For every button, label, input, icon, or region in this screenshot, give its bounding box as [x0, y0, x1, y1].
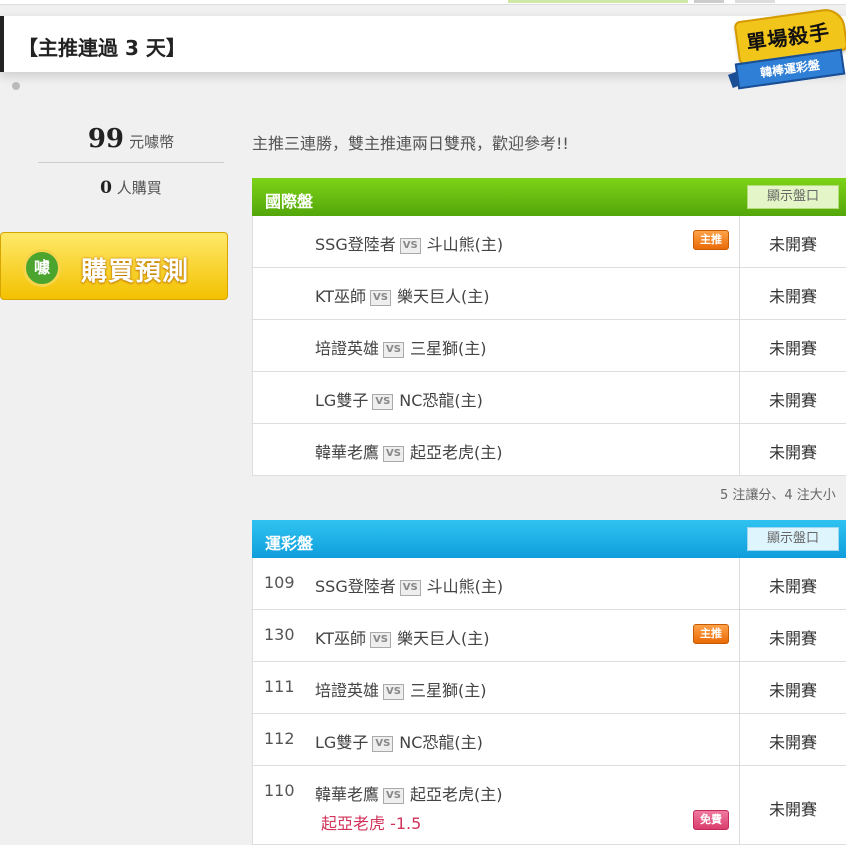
buyer-count: 0 人購買 [38, 177, 224, 198]
home-team: 三星獅(主) [409, 339, 487, 358]
pick-count-note: 5 注讓分、4 注大小 [720, 488, 836, 503]
home-team: 樂天巨人(主) [396, 629, 490, 648]
page-header: 【主推連過 3 天】 [0, 16, 846, 72]
game-code: 130 [264, 625, 295, 644]
purchase-panel: 99 元噱幣 0 人購買 [38, 124, 224, 198]
matchup: 韓華老鷹 VS 起亞老虎(主) [315, 439, 502, 463]
matchup: LG雙子 VS NC恐龍(主) [315, 729, 483, 753]
home-team: 起亞老虎(主) [409, 785, 503, 804]
home-team: 樂天巨人(主) [396, 287, 490, 306]
match-status: 未開賽 [769, 629, 818, 648]
lottery-match-list: 109 SSG登陸者 VS 斗山熊(主) 未開賽 130 KT巫師 VS 樂天巨人(主)… [252, 558, 846, 845]
buy-prediction-label: 購買預測 [81, 257, 190, 287]
away-team: SSG登陸者 [315, 235, 396, 254]
main-pick-badge: 主推 [693, 230, 729, 250]
vs-icon: VS [399, 238, 421, 254]
top-tab-indicator [735, 0, 775, 3]
show-odds-button[interactable]: 顯示盤口 [747, 527, 839, 551]
match-status: 未開賽 [769, 681, 818, 700]
match-status: 未開賽 [769, 577, 818, 596]
matchup: KT巫師 VS 樂天巨人(主) [315, 625, 489, 649]
matchup: 韓華老鷹 VS 起亞老虎(主) [315, 781, 502, 805]
vs-icon: VS [372, 394, 394, 410]
price-value: 99 [87, 124, 125, 154]
price: 99 元噱幣 [38, 124, 224, 163]
match-status: 未開賽 [769, 391, 818, 410]
game-code: 109 [264, 573, 295, 592]
buyer-count-label: 人購買 [116, 179, 162, 197]
show-odds-button[interactable]: 顯示盤口 [747, 185, 839, 209]
price-unit: 元噱幣 [129, 133, 175, 151]
page-title: 【主推連過 3 天】 [18, 36, 186, 60]
home-team: 斗山熊(主) [426, 235, 504, 254]
matchup: SSG登陸者 VS 斗山熊(主) [315, 573, 503, 597]
free-pick: 起亞老虎 -1.5 [321, 814, 422, 833]
matchup: 培證英雄 VS 三星獅(主) [315, 677, 486, 701]
intro-text: 主推三連勝，雙主推連兩日雙飛，歡迎參考!! [252, 134, 569, 153]
intl-section-header: 國際盤 顯示盤口 [252, 178, 846, 216]
match-status: 未開賽 [769, 800, 818, 819]
home-team: 三星獅(主) [409, 681, 487, 700]
matchup: KT巫師 VS 樂天巨人(主) [315, 283, 489, 307]
table-row: LG雙子 VS NC恐龍(主) 未開賽 [253, 372, 846, 424]
home-team: 起亞老虎(主) [409, 443, 503, 462]
table-row: 培證英雄 VS 三星獅(主) 未開賽 [253, 320, 846, 372]
buyer-count-value: 0 [100, 178, 113, 198]
single-killer-badge: 單場殺手 韓棒運彩盤 [728, 6, 846, 90]
table-row: 109 SSG登陸者 VS 斗山熊(主) 未開賽 [253, 558, 846, 610]
xue-coin-icon: 噱 [23, 249, 61, 287]
home-team: NC恐龍(主) [399, 733, 483, 752]
away-team: 韓華老鷹 [315, 785, 380, 804]
matchup: 培證英雄 VS 三星獅(主) [315, 335, 486, 359]
section-title: 運彩盤 [265, 534, 314, 553]
table-row: 110 韓華老鷹 VS 起亞老虎(主) 起亞老虎 -1.5 免費 未開賽 [253, 766, 846, 845]
game-code: 112 [264, 729, 295, 748]
away-team: 培證英雄 [315, 681, 380, 700]
vs-icon: VS [372, 736, 394, 752]
match-status: 未開賽 [769, 339, 818, 358]
away-team: KT巫師 [315, 629, 367, 648]
away-team: 韓華老鷹 [315, 443, 380, 462]
match-status: 未開賽 [769, 733, 818, 752]
bullet-icon [12, 82, 20, 90]
match-status: 未開賽 [769, 287, 818, 306]
matchup: LG雙子 VS NC恐龍(主) [315, 387, 483, 411]
home-team: 斗山熊(主) [426, 577, 504, 596]
table-row: 111 培證英雄 VS 三星獅(主) 未開賽 [253, 662, 846, 714]
vs-icon: VS [399, 580, 421, 596]
top-tab-indicator [694, 0, 724, 3]
vs-icon: VS [383, 342, 404, 358]
main-pick-badge: 主推 [693, 624, 729, 644]
table-row: SSG登陸者 VS 斗山熊(主) 主推 未開賽 [253, 216, 846, 268]
match-status: 未開賽 [769, 443, 818, 462]
table-row: KT巫師 VS 樂天巨人(主) 未開賽 [253, 268, 846, 320]
badge-main-text: 單場殺手 [744, 19, 832, 56]
away-team: SSG登陸者 [315, 577, 396, 596]
lottery-section-header: 運彩盤 顯示盤口 [252, 520, 846, 558]
home-team: NC恐龍(主) [399, 391, 483, 410]
away-team: KT巫師 [315, 287, 367, 306]
top-tab-indicator [508, 0, 688, 3]
table-row: 韓華老鷹 VS 起亞老虎(主) 未開賽 [253, 424, 846, 476]
table-row: 130 KT巫師 VS 樂天巨人(主) 主推 未開賽 [253, 610, 846, 662]
matchup: SSG登陸者 VS 斗山熊(主) [315, 231, 503, 255]
table-row: 112 LG雙子 VS NC恐龍(主) 未開賽 [253, 714, 846, 766]
badge-sub-text: 韓棒運彩盤 [759, 57, 821, 81]
top-strip [0, 0, 846, 5]
game-code: 111 [264, 677, 295, 696]
vs-icon: VS [383, 684, 404, 700]
free-badge: 免費 [693, 810, 729, 830]
match-status: 未開賽 [769, 235, 818, 254]
section-title: 國際盤 [265, 192, 314, 211]
intl-match-list: SSG登陸者 VS 斗山熊(主) 主推 未開賽 KT巫師 VS 樂天巨人(主) 未開賽 … [252, 216, 846, 476]
away-team: LG雙子 [315, 733, 369, 752]
away-team: LG雙子 [315, 391, 369, 410]
vs-icon: VS [370, 632, 391, 648]
away-team: 培證英雄 [315, 339, 380, 358]
vs-icon: VS [370, 290, 391, 306]
vs-icon: VS [383, 788, 404, 804]
buy-prediction-button[interactable]: 噱 購買預測 [0, 232, 228, 300]
game-code: 110 [264, 781, 295, 800]
vs-icon: VS [383, 446, 404, 462]
